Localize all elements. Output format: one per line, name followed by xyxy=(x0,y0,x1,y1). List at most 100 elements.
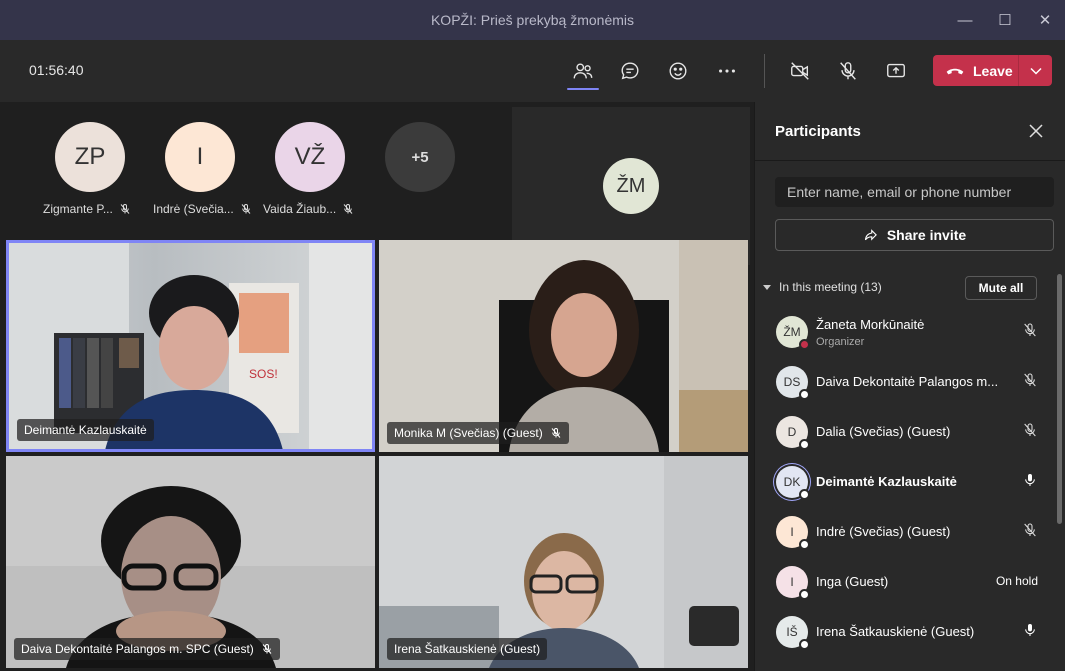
avatar: ŽM xyxy=(776,316,810,350)
leave-main[interactable]: Leave xyxy=(933,55,1019,86)
title-bar: KOPŽI: Prieš prekybą žmonėmis — ☐ ✕ xyxy=(0,0,1065,40)
participant-row[interactable]: D Dalia (Svečias) (Guest) xyxy=(755,405,1065,455)
participant-row[interactable]: I Inga (Guest) On hold xyxy=(755,555,1065,605)
video-frame xyxy=(379,240,748,452)
mic-off-icon[interactable] xyxy=(1022,522,1038,538)
avatar-initials: D xyxy=(787,425,797,439)
avatar-initials: I xyxy=(790,525,794,539)
participant-name: Indrė (Svečias) (Guest) xyxy=(816,524,951,539)
search-input[interactable] xyxy=(775,177,1054,207)
avatar-strip-item[interactable]: ZP Zigmante P... xyxy=(40,122,140,216)
share-icon xyxy=(864,228,877,241)
svg-text:SOS!: SOS! xyxy=(249,367,278,381)
maximize-icon[interactable]: ☐ xyxy=(985,11,1025,29)
window-title: KOPŽI: Prieš prekybą žmonėmis xyxy=(430,12,635,28)
avatar: I xyxy=(776,516,810,550)
window-controls: — ☐ ✕ xyxy=(945,0,1065,40)
avatar-initials: DS xyxy=(783,375,801,389)
mic-on-icon[interactable] xyxy=(1022,622,1038,638)
avatar: IŠ xyxy=(776,616,810,650)
mic-off-icon[interactable] xyxy=(1022,422,1038,438)
avatar: DS xyxy=(776,366,810,400)
mic-off-icon[interactable] xyxy=(1022,322,1038,338)
participant-name: Daiva Dekontaitė Palangos m... xyxy=(816,374,999,389)
section-label: In this meeting (13) xyxy=(779,280,882,294)
leave-label: Leave xyxy=(973,62,1013,79)
presence-indicator xyxy=(799,589,810,600)
participant-name: Deimantė Kazlauskaitė xyxy=(816,474,957,489)
toolbar-divider xyxy=(764,54,765,88)
video-tile[interactable]: Daiva Dekontaitė Palangos m. SPC (Guest) xyxy=(6,456,375,668)
participant-name: Vaida Žiaub... xyxy=(263,202,337,216)
share-screen-icon[interactable] xyxy=(881,56,911,86)
chat-icon[interactable] xyxy=(615,56,645,86)
avatar: ZP xyxy=(55,122,125,192)
participant-name: Monika M (Svečias) (Guest) xyxy=(394,426,543,440)
section-header[interactable]: In this meeting (13) xyxy=(763,280,882,294)
video-tile-namebar: Irena Šatkauskienė (Guest) xyxy=(387,638,548,660)
participant-name: Inga (Guest) xyxy=(816,574,889,589)
mute-all-button[interactable]: Mute all xyxy=(965,276,1037,300)
presence-indicator xyxy=(799,489,810,500)
avatar-initials: I xyxy=(790,575,794,589)
avatar: I xyxy=(165,122,235,192)
camera-off-icon[interactable] xyxy=(785,56,815,86)
video-frame xyxy=(6,456,375,668)
mic-off-icon xyxy=(262,644,272,654)
mic-off-icon xyxy=(551,428,561,438)
minimize-icon[interactable]: — xyxy=(945,12,985,29)
video-tile[interactable]: Irena Šatkauskienė (Guest) xyxy=(379,456,748,668)
avatar: DK xyxy=(776,466,810,500)
participant-list: ŽM Žaneta Morkūnaitė Organizer DS Daiva Deko… xyxy=(755,305,1065,655)
mic-off-icon xyxy=(343,204,353,214)
participant-name: Dalia (Svečias) (Guest) xyxy=(816,424,951,439)
video-tile[interactable]: Monika M (Svečias) (Guest) xyxy=(379,240,748,452)
participant-name: Irena Šatkauskienė (Guest) xyxy=(394,642,541,656)
participant-row[interactable]: ŽM Žaneta Morkūnaitė Organizer xyxy=(755,305,1065,355)
more-icon[interactable] xyxy=(712,56,742,86)
participant-row[interactable]: DK Deimantė Kazlauskaitė xyxy=(755,455,1065,505)
share-invite-button[interactable]: Share invite xyxy=(775,219,1054,251)
chevron-down-icon[interactable] xyxy=(1019,67,1052,75)
video-tile[interactable]: SOS! Deimantė Kazlauskaitė xyxy=(6,240,375,452)
mic-off-icon xyxy=(241,204,251,214)
avatar: D xyxy=(776,416,810,450)
participant-row[interactable]: I Indrė (Svečias) (Guest) xyxy=(755,505,1065,555)
participant-row[interactable]: IŠ Irena Šatkauskienė (Guest) xyxy=(755,605,1065,655)
presence-indicator xyxy=(799,639,810,650)
avatar-initials: IŠ xyxy=(786,625,798,639)
people-icon[interactable] xyxy=(568,56,598,86)
video-feed xyxy=(379,456,748,668)
participant-name: Daiva Dekontaitė Palangos m. SPC (Guest) xyxy=(21,642,254,656)
participant-name: Indrė (Svečia... xyxy=(153,202,234,216)
close-icon[interactable]: ✕ xyxy=(1025,11,1065,29)
mic-off-icon[interactable] xyxy=(833,56,863,86)
video-feed xyxy=(379,240,748,452)
phone-hangup-icon xyxy=(946,68,964,74)
presence-indicator xyxy=(799,339,810,350)
mic-on-icon[interactable] xyxy=(1022,472,1038,488)
close-icon[interactable] xyxy=(1027,122,1045,140)
video-tile-namebar: Monika M (Svečias) (Guest) xyxy=(387,422,569,444)
leave-button[interactable]: Leave xyxy=(933,55,1052,86)
raise-hand-icon[interactable] xyxy=(663,56,693,86)
overflow-participants[interactable]: +5 xyxy=(370,122,470,192)
meeting-stage: ZP Zigmante P... I Indrė (Svečia... VŽ V… xyxy=(0,102,754,671)
participant-row[interactable]: DS Daiva Dekontaitė Palangos m... xyxy=(755,355,1065,405)
avatar-strip-label: Indrė (Svečia... xyxy=(153,202,273,216)
avatar-strip-item[interactable]: VŽ Vaida Žiaub... xyxy=(260,122,360,216)
avatar-strip-item[interactable]: I Indrė (Svečia... xyxy=(150,122,251,216)
panel-title: Participants xyxy=(775,123,861,140)
avatar: VŽ xyxy=(275,122,345,192)
participant-role: Organizer xyxy=(816,336,865,348)
participant-name: Deimantė Kazlauskaitė xyxy=(24,423,147,437)
avatar-strip: ZP Zigmante P... I Indrė (Svečia... VŽ V… xyxy=(0,102,505,235)
mic-off-icon[interactable] xyxy=(1022,372,1038,388)
presence-indicator xyxy=(799,439,810,450)
video-tile-namebar: Daiva Dekontaitė Palangos m. SPC (Guest) xyxy=(14,638,280,660)
chevron-down-icon xyxy=(763,285,771,290)
video-feed xyxy=(6,456,375,668)
avatar: I xyxy=(776,566,810,600)
video-frame xyxy=(379,456,748,668)
meeting-toolbar: 01:56:40 Leave xyxy=(0,40,1065,102)
